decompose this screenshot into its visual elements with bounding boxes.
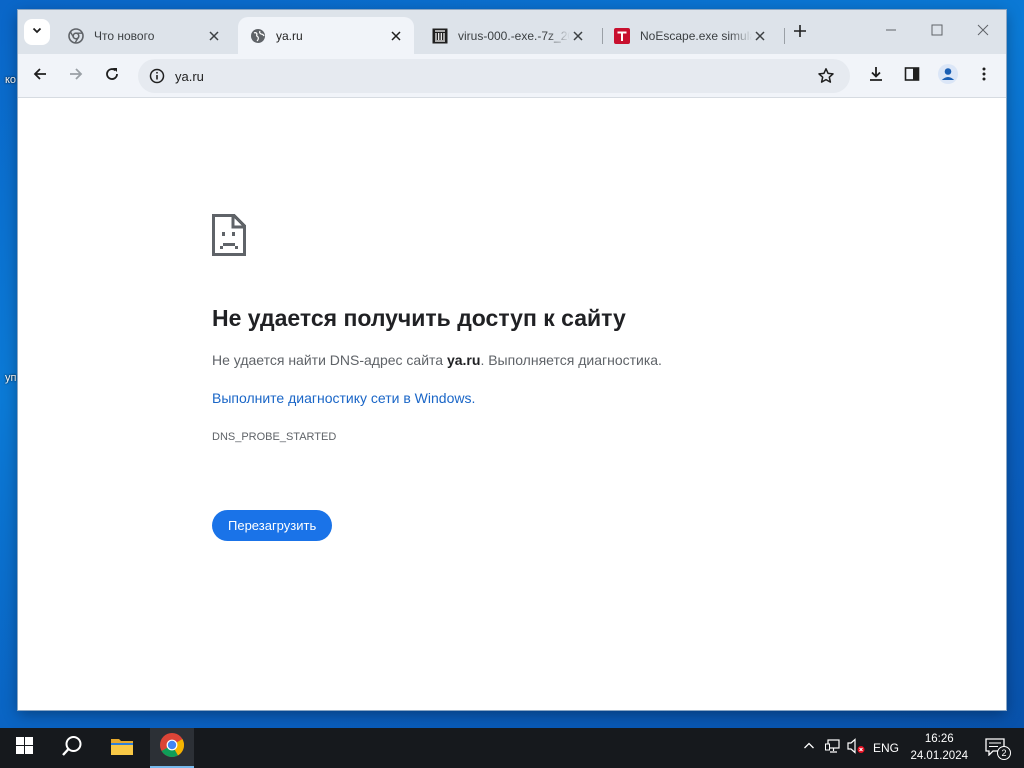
show-hidden-icons-button[interactable] bbox=[798, 728, 820, 768]
error-code: DNS_PROBE_STARTED bbox=[212, 431, 337, 443]
error-description-suffix: . Выполняется диагностика. bbox=[480, 352, 662, 368]
arrow-left-icon bbox=[32, 66, 48, 87]
tab-title: NoEscape.exe simulator bbox=[640, 28, 752, 43]
downloads-button[interactable] bbox=[860, 60, 892, 92]
sad-file-icon bbox=[212, 214, 246, 261]
t-brand-icon bbox=[614, 27, 630, 44]
plus-icon bbox=[793, 24, 807, 43]
notifications-icon: 2 bbox=[985, 738, 1011, 760]
close-icon[interactable] bbox=[388, 28, 404, 44]
bookmark-star-icon[interactable] bbox=[810, 60, 842, 92]
close-window-button[interactable] bbox=[960, 18, 1006, 46]
network-status[interactable] bbox=[822, 728, 844, 768]
desktop-icon-label[interactable]: ко bbox=[5, 74, 16, 86]
close-icon bbox=[977, 23, 989, 41]
tab-strip: Что нового ya.ru virus-000.-exe.-7z_2023 bbox=[18, 10, 1006, 54]
chevron-down-icon bbox=[31, 23, 43, 41]
minimize-icon bbox=[885, 23, 897, 41]
navigation-toolbar: ya.ru bbox=[18, 54, 1006, 98]
globe-icon bbox=[250, 28, 266, 44]
windows-logo-icon bbox=[15, 737, 33, 759]
menu-button[interactable] bbox=[968, 60, 1000, 92]
tab-noescape-simulator[interactable]: NoEscape.exe simulator bbox=[602, 17, 778, 54]
network-diagnostics-link[interactable]: Выполните диагностику сети в Windows. bbox=[212, 390, 475, 406]
forward-button[interactable] bbox=[60, 60, 92, 92]
tab-title: ya.ru bbox=[276, 28, 303, 43]
desktop-icon-label[interactable]: уп bbox=[5, 372, 16, 384]
chrome-icon bbox=[68, 27, 84, 44]
tab-title: Что нового bbox=[94, 28, 155, 43]
download-icon bbox=[867, 65, 885, 88]
clock-time: 16:26 bbox=[924, 733, 954, 745]
tab-separator bbox=[784, 28, 785, 44]
reload-button[interactable] bbox=[96, 60, 128, 92]
file-explorer-button[interactable] bbox=[98, 728, 146, 768]
error-host: ya.ru bbox=[446, 352, 481, 368]
error-description-prefix: Не удается найти DNS-адрес сайта bbox=[212, 352, 447, 368]
error-title: Не удается получить доступ к сайту bbox=[212, 305, 626, 331]
start-button[interactable] bbox=[0, 728, 48, 768]
tab-virus-archive[interactable]: virus-000.-exe.-7z_2023 bbox=[420, 17, 596, 54]
chrome-taskbar-button[interactable] bbox=[150, 728, 194, 768]
close-icon[interactable] bbox=[570, 28, 586, 44]
info-icon[interactable] bbox=[140, 59, 174, 93]
refresh-icon bbox=[104, 66, 120, 87]
side-panel-button[interactable] bbox=[896, 60, 928, 92]
new-tab-button[interactable] bbox=[788, 21, 812, 45]
archive-icon bbox=[432, 28, 448, 44]
profile-avatar-icon bbox=[938, 63, 958, 89]
side-panel-icon bbox=[904, 66, 920, 87]
address-bar[interactable]: ya.ru bbox=[138, 59, 850, 93]
chrome-icon bbox=[159, 732, 185, 763]
maximize-button[interactable] bbox=[914, 18, 960, 46]
taskbar: ENG 16:26 24.01.2024 2 bbox=[0, 728, 1024, 768]
chevron-up-icon bbox=[803, 739, 815, 757]
input-language[interactable]: ENG bbox=[870, 728, 902, 768]
search-icon bbox=[61, 735, 83, 762]
volume-status[interactable] bbox=[845, 728, 867, 768]
reload-page-button[interactable]: Перезагрузить bbox=[212, 510, 333, 541]
page-content: Не удается получить доступ к сайту Не уд… bbox=[18, 98, 1006, 710]
folder-icon bbox=[110, 736, 134, 761]
error-description: Не удается найти DNS-адрес сайта ya.ru. … bbox=[212, 352, 662, 368]
browser-window: Что нового ya.ru virus-000.-exe.-7z_2023 bbox=[18, 10, 1006, 710]
clock-date: 24.01.2024 bbox=[910, 750, 968, 762]
close-icon[interactable] bbox=[206, 28, 222, 44]
network-icon bbox=[825, 738, 841, 759]
volume-muted-icon bbox=[847, 737, 865, 759]
clock[interactable]: 16:26 24.01.2024 bbox=[910, 731, 968, 765]
arrow-right-icon bbox=[68, 66, 84, 87]
search-button[interactable] bbox=[48, 728, 96, 768]
maximize-icon bbox=[931, 23, 943, 41]
back-button[interactable] bbox=[24, 60, 56, 92]
action-center-button[interactable]: 2 bbox=[978, 728, 1014, 768]
tab-whats-new[interactable]: Что нового bbox=[56, 17, 232, 54]
close-icon[interactable] bbox=[752, 28, 768, 44]
notification-count-badge: 2 bbox=[997, 746, 1011, 760]
minimize-button[interactable] bbox=[868, 18, 914, 46]
tab-ya-ru[interactable]: ya.ru bbox=[238, 17, 414, 54]
more-vertical-icon bbox=[976, 66, 992, 87]
profile-button[interactable] bbox=[932, 60, 964, 92]
url-text[interactable]: ya.ru bbox=[175, 69, 204, 84]
tab-search-button[interactable] bbox=[24, 19, 50, 45]
tab-title: virus-000.-exe.-7z_2023 bbox=[458, 28, 570, 43]
